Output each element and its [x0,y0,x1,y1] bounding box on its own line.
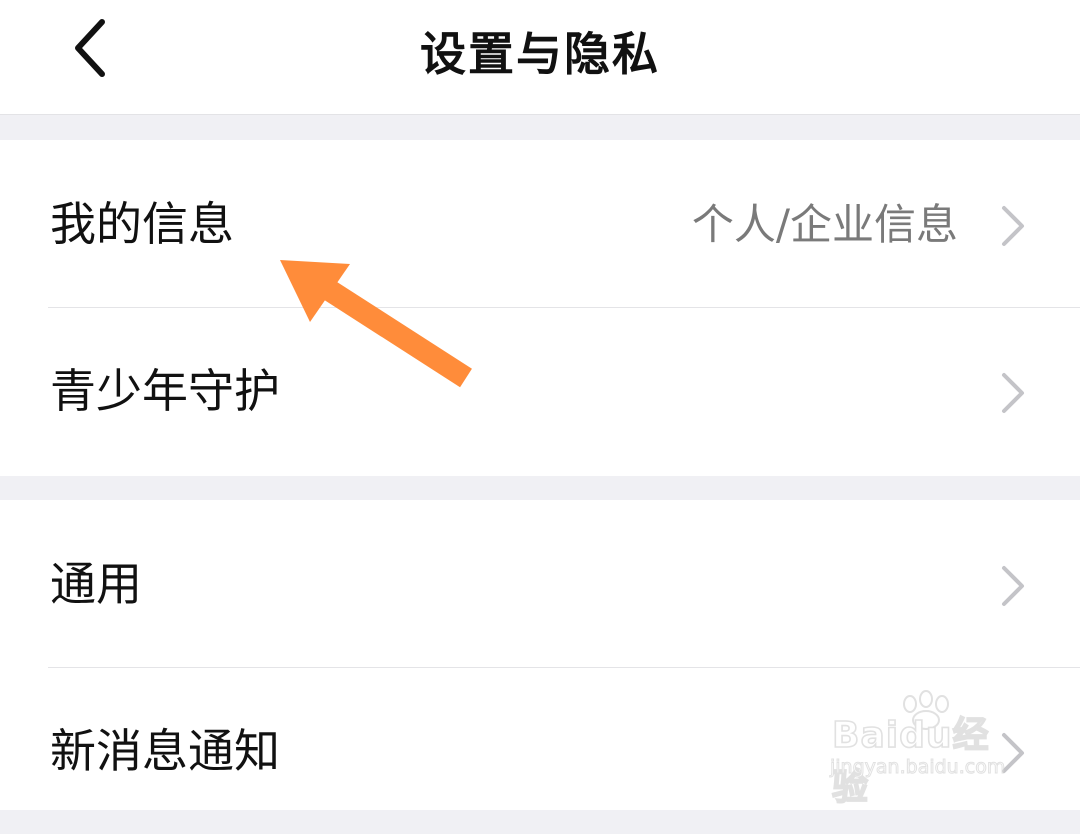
page-title: 设置与隐私 [420,27,660,81]
new-message-notification-label: 新消息通知 [50,724,280,778]
chevron-right-icon [1002,373,1024,413]
general-row[interactable]: 通用 [0,500,1080,667]
new-message-notification-row[interactable]: 新消息通知 [0,667,1080,834]
youth-protection-label: 青少年守护 [50,364,280,418]
my-info-label: 我的信息 [50,197,234,251]
settings-group-general: 通用 新消息通知 [0,500,1080,810]
youth-protection-row[interactable]: 青少年守护 [0,307,1080,474]
top-nav-bar: 设置与隐私 [0,0,1080,115]
settings-group-account: 我的信息 个人/企业信息 青少年守护 [0,140,1080,476]
my-info-row[interactable]: 我的信息 个人/企业信息 [0,140,1080,307]
chevron-right-icon [1002,206,1024,246]
chevron-right-icon [1002,566,1024,606]
chevron-right-icon [1002,733,1024,773]
my-info-value: 个人/企业信息 [691,200,958,249]
general-label: 通用 [50,557,142,611]
